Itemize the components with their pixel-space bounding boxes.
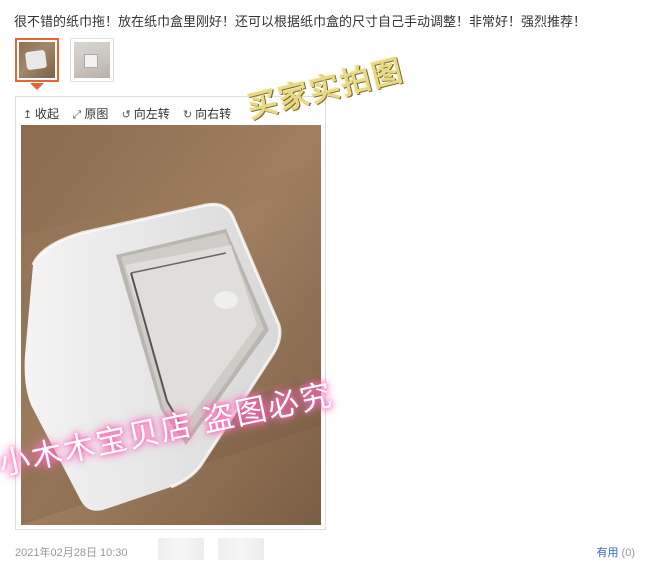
review-text: 很不错的纸巾拖！放在纸巾盒里刚好！还可以根据纸巾盒的尺寸自己手动调整！非常好！强… [14,14,587,29]
expand-icon: ⤢ [72,109,82,121]
blurred-info [158,538,204,560]
blurred-info [218,538,264,560]
collapse-button[interactable]: ↥ 收起 [22,105,59,122]
viewer-toolbar: ↥ 收起 ⤢ 原图 ↺ 向左转 ↻ 向右转 [22,105,240,121]
helpful-button[interactable]: 有用 [597,547,619,559]
helpful-control: 有用 (0) [597,544,635,560]
thumbnail-1-selected[interactable] [15,38,59,82]
selected-indicator [30,83,44,90]
rotate-left-icon: ↺ [121,109,131,121]
rotate-right-icon: ↻ [182,109,193,121]
rotate-right-button[interactable]: ↻ 向右转 [182,105,231,122]
original-image-button[interactable]: ⤢ 原图 [71,105,108,122]
helpful-count: (0) [621,547,635,559]
thumbnail-2[interactable] [70,38,114,82]
review-date: 2021年02月28日 10:30 [15,547,128,559]
arrow-up-icon: ↥ [22,109,33,121]
rotate-left-button[interactable]: ↺ 向左转 [121,105,170,122]
